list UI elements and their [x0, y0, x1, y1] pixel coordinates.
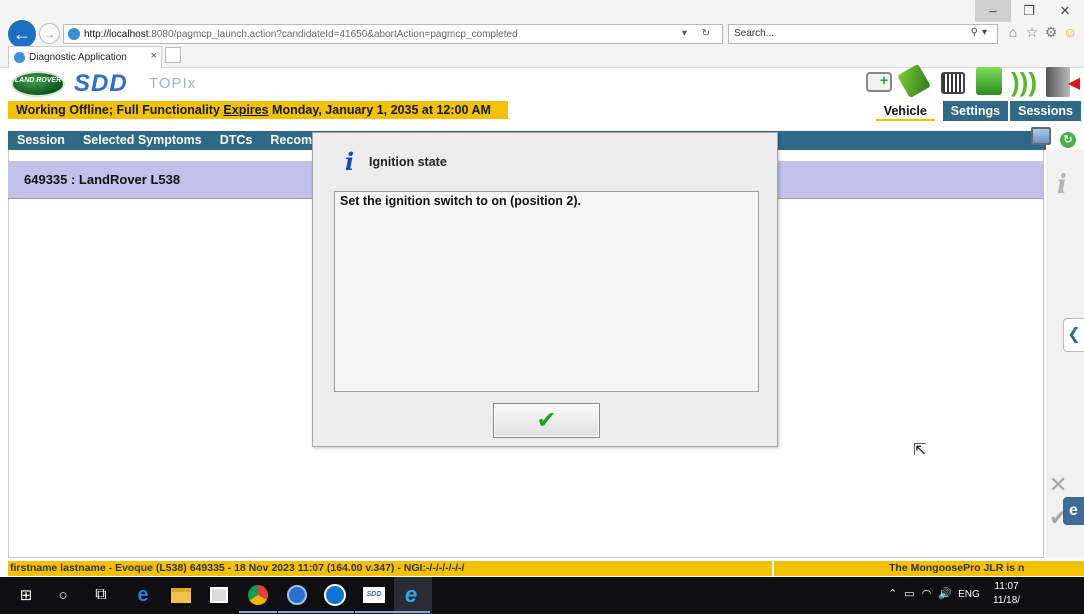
mouse-cursor-icon: ⇱ — [913, 442, 927, 459]
cancel-x-icon[interactable]: ✕ — [1049, 472, 1067, 498]
ecu-module-icon[interactable] — [941, 72, 965, 94]
back-button[interactable]: ← — [8, 20, 36, 48]
sdd-logo: SDD — [74, 70, 128, 97]
restore-button[interactable]: ❐ — [1011, 0, 1047, 22]
feedback-smiley-icon[interactable]: ☺ — [1062, 24, 1078, 40]
new-tab-button[interactable] — [165, 47, 181, 63]
close-window-button[interactable]: ✕ — [1047, 0, 1083, 22]
top-nav: Vehicle Settings Sessions — [875, 101, 1081, 121]
edge-icon[interactable]: e — [130, 582, 156, 608]
vehicle-title: 649335 : LandRover L538 — [24, 172, 181, 187]
store-icon[interactable] — [206, 582, 232, 608]
sdd-taskbar-icon[interactable]: SDD — [355, 582, 393, 613]
address-bar[interactable]: http://localhost :8080/pagmcp_launch.act… — [63, 24, 723, 44]
language-indicator[interactable]: ENG — [958, 589, 980, 600]
clock-time: 11:07 — [994, 581, 1019, 592]
tab-settings[interactable]: Settings — [942, 101, 1009, 121]
tab-vehicle[interactable]: Vehicle — [875, 101, 935, 121]
menu-selected-symptoms[interactable]: Selected Symptoms — [74, 131, 211, 150]
menu-session[interactable]: Session — [8, 131, 74, 150]
page-favicon-icon — [68, 28, 80, 40]
tab-favicon-icon — [14, 52, 25, 63]
app-icon[interactable] — [278, 582, 316, 613]
dialog-title: Ignition state — [369, 155, 447, 169]
file-explorer-icon[interactable] — [168, 582, 194, 608]
dialog-message: Set the ignition switch to on (position … — [334, 191, 759, 392]
browser-tab[interactable]: Diagnostic Application × — [8, 46, 162, 68]
health-check-icon[interactable] — [866, 72, 892, 92]
status-device-info: The MongoosePro JLR is n — [889, 562, 1025, 574]
nav-spacer — [934, 101, 943, 121]
exit-icon[interactable] — [1046, 67, 1080, 97]
tab-title: Diagnostic Application — [29, 52, 127, 63]
license-banner: Working Offline; Full Functionality Expi… — [8, 101, 508, 119]
info-icon[interactable]: i — [1057, 170, 1067, 200]
ie-side-icon[interactable]: e — [1063, 497, 1084, 525]
topix-label: TOPIx — [149, 75, 197, 92]
address-host: http://localhost — [84, 28, 149, 40]
info-icon: i — [345, 147, 355, 176]
signal-icon[interactable]: ))) — [1011, 68, 1039, 96]
browser-chrome: – ❐ ✕ ← → http://localhost :8080/pagmcp_… — [0, 0, 1084, 68]
taskbar-search-icon[interactable]: ○ — [50, 582, 76, 608]
system-tray[interactable]: ⌃ ▭ ◠ 🔊 ENG — [888, 587, 980, 600]
status-divider — [772, 561, 774, 576]
windows-start-icon[interactable]: ⊞ — [13, 582, 39, 608]
ignition-dialog: i Ignition state Set the ignition switch… — [312, 132, 778, 447]
address-controls-icon[interactable]: ▾ ↻ — [682, 28, 716, 39]
expires-link[interactable]: Expires — [223, 103, 268, 117]
forward-button[interactable]: → — [39, 23, 60, 44]
computer-icon[interactable] — [1031, 127, 1051, 145]
settings-gear-icon[interactable]: ⚙ — [1043, 24, 1059, 40]
chrome-icon[interactable] — [239, 582, 277, 613]
teamviewer-icon[interactable] — [316, 582, 354, 613]
minimize-button[interactable]: – — [975, 0, 1011, 22]
ok-button[interactable]: ✔ — [493, 403, 600, 438]
menu-dtcs[interactable]: DTCs — [211, 131, 262, 150]
status-session-info: firstname lastname - Evoque (L538) 64933… — [10, 562, 465, 574]
browser-search-input[interactable]: Search... ⚲▾ — [728, 24, 998, 44]
clock-date: 11/18/ — [993, 595, 1021, 606]
favorites-star-icon[interactable]: ☆ — [1024, 24, 1040, 40]
taskbar-clock[interactable]: 11:07 11/18/ — [993, 580, 1020, 608]
status-bar: firstname lastname - Evoque (L538) 64933… — [8, 561, 1084, 576]
banner-prefix: Working Offline; Full Functionality — [16, 103, 224, 117]
land-rover-logo: LAND ROVER — [11, 71, 65, 97]
refresh-icon[interactable]: ↻ — [1060, 132, 1076, 148]
address-path: :8080/pagmcp_launch.action?candidateId=4… — [148, 28, 518, 40]
home-icon[interactable]: ⌂ — [1005, 24, 1021, 40]
internet-explorer-icon[interactable]: e — [392, 582, 430, 613]
banner-suffix: Monday, January 1, 2035 at 12:00 AM — [268, 103, 491, 117]
search-icon[interactable]: ⚲▾ — [971, 27, 991, 38]
tab-close-icon[interactable]: × — [151, 50, 157, 62]
sidebar-collapse-chevron-icon[interactable]: ❮ — [1063, 318, 1084, 352]
search-placeholder: Search... — [734, 28, 775, 39]
vci-cable-icon[interactable] — [897, 63, 931, 99]
connected-module-icon[interactable] — [976, 67, 1002, 95]
tab-sessions[interactable]: Sessions — [1010, 101, 1081, 121]
task-view-icon[interactable]: ⧉ — [88, 582, 114, 608]
